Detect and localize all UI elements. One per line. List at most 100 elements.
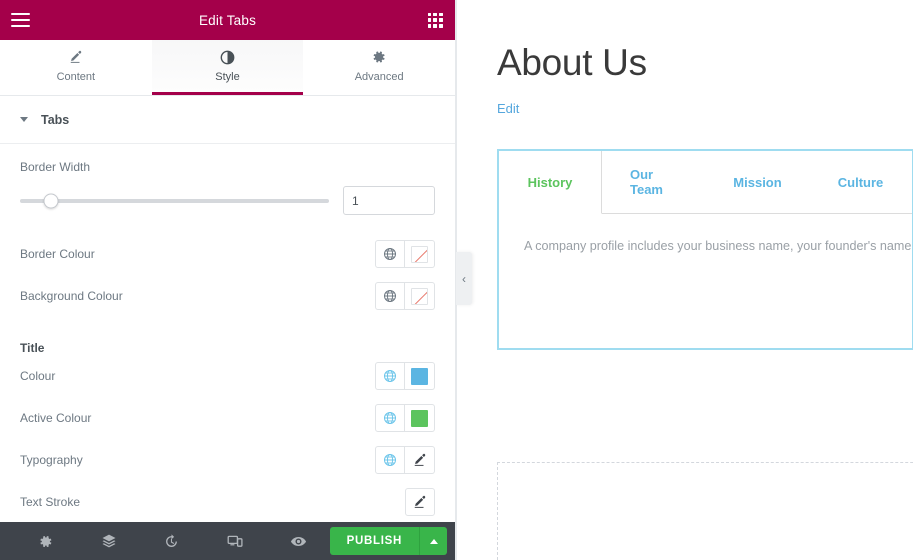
globe-icon-button[interactable] bbox=[375, 404, 405, 432]
pencil-icon bbox=[414, 495, 426, 508]
border-width-label: Border Width bbox=[20, 160, 91, 174]
widget-tab-history[interactable]: History bbox=[499, 151, 602, 214]
globe-icon bbox=[384, 454, 396, 466]
publish-button[interactable]: PUBLISH bbox=[329, 527, 420, 555]
control-border-colour: Border Colour bbox=[0, 233, 455, 275]
pencil-icon bbox=[69, 50, 83, 65]
globe-icon-button[interactable] bbox=[375, 362, 405, 390]
tab-advanced-label: Advanced bbox=[354, 70, 404, 83]
widgets-panel-button[interactable] bbox=[415, 0, 455, 40]
history-button[interactable] bbox=[140, 522, 203, 560]
text-stroke-edit-button[interactable] bbox=[405, 488, 435, 516]
globe-icon-button[interactable] bbox=[375, 446, 405, 474]
tab-style-label: Style bbox=[215, 70, 240, 83]
page-title: About Us bbox=[497, 42, 647, 83]
widget-tab-mission[interactable]: Mission bbox=[706, 151, 809, 214]
border-width-input[interactable] bbox=[343, 186, 435, 215]
background-colour-label: Background Colour bbox=[20, 289, 123, 303]
tab-pane-content: A company profile includes your business… bbox=[524, 239, 913, 253]
border-width-slider-row bbox=[0, 174, 455, 233]
text-stroke-label: Text Stroke bbox=[20, 495, 81, 509]
globe-icon bbox=[384, 248, 396, 260]
publish-options-button[interactable] bbox=[419, 527, 448, 555]
gear-icon bbox=[372, 50, 386, 65]
chevron-left-icon: ‹ bbox=[462, 271, 466, 286]
panel-collapse-handle[interactable]: ‹ bbox=[456, 252, 472, 305]
title-active-colour-buttons bbox=[375, 404, 435, 432]
pencil-icon bbox=[414, 453, 425, 466]
section-tabs-title: Tabs bbox=[41, 112, 70, 127]
title-active-colour-swatch-button[interactable] bbox=[405, 404, 435, 432]
globe-icon-button[interactable] bbox=[375, 240, 405, 268]
grid-icon bbox=[427, 12, 443, 28]
chevron-down-icon bbox=[20, 117, 28, 122]
preview-changes-button[interactable] bbox=[267, 522, 330, 560]
panel-footer: PUBLISH bbox=[0, 522, 455, 560]
widget-tab-label: Our Team bbox=[630, 167, 663, 197]
control-title-colour: Colour bbox=[0, 355, 455, 397]
globe-icon bbox=[384, 370, 396, 382]
edit-link[interactable]: Edit bbox=[497, 101, 519, 116]
color-swatch bbox=[411, 367, 428, 385]
widget-tab-culture[interactable]: Culture bbox=[809, 151, 912, 214]
title-colour-buttons bbox=[375, 362, 435, 390]
section-tabs-header[interactable]: Tabs bbox=[0, 96, 455, 144]
history-icon bbox=[166, 533, 178, 547]
tab-content[interactable]: Content bbox=[0, 40, 152, 95]
layers-icon bbox=[102, 534, 116, 548]
responsive-icon bbox=[227, 535, 243, 547]
tab-style[interactable]: Style bbox=[151, 40, 304, 95]
panel-header: Edit Tabs bbox=[0, 0, 455, 40]
control-typography: Typography bbox=[0, 439, 455, 481]
widget-tab-label: History bbox=[527, 174, 573, 190]
background-colour-swatch-button[interactable] bbox=[405, 282, 435, 310]
settings-button[interactable] bbox=[14, 522, 77, 560]
control-background-colour: Background Colour bbox=[0, 275, 455, 317]
half-circle-icon bbox=[220, 50, 235, 65]
color-swatch bbox=[411, 409, 428, 427]
globe-icon bbox=[384, 412, 396, 424]
editor-panel: Edit Tabs Content Style Advanced Tabs Bo… bbox=[0, 0, 456, 560]
title-active-colour-label: Active Colour bbox=[20, 411, 92, 425]
control-border-width: Border Width bbox=[0, 144, 455, 174]
control-text-stroke: Text Stroke bbox=[0, 481, 455, 522]
caret-up-icon bbox=[429, 538, 438, 544]
tabs-strip: History Our Team Mission Culture bbox=[499, 151, 912, 214]
preview-canvas: ‹ About Us Edit History Our Team Mission… bbox=[456, 0, 913, 560]
responsive-mode-button[interactable] bbox=[203, 522, 266, 560]
eye-icon bbox=[290, 536, 306, 546]
title-colour-label: Colour bbox=[20, 369, 56, 383]
slider-handle[interactable] bbox=[43, 193, 59, 208]
tabs-widget[interactable]: History Our Team Mission Culture A compa… bbox=[497, 149, 913, 350]
panel-title: Edit Tabs bbox=[198, 12, 257, 28]
tab-advanced[interactable]: Advanced bbox=[303, 40, 455, 95]
panel-menu-button[interactable] bbox=[0, 0, 40, 40]
globe-icon bbox=[384, 290, 396, 302]
group-title-label: Title bbox=[20, 341, 45, 355]
widget-tab-label: Mission bbox=[733, 174, 782, 190]
widget-tab-label: Culture bbox=[837, 174, 884, 190]
navigator-button[interactable] bbox=[77, 522, 140, 560]
typography-buttons bbox=[375, 446, 435, 474]
border-colour-buttons bbox=[375, 240, 435, 268]
widget-tab-our-team[interactable]: Our Team bbox=[602, 151, 706, 214]
panel-tab-list: Content Style Advanced bbox=[0, 40, 455, 96]
color-swatch-none bbox=[411, 245, 428, 263]
gear-icon bbox=[40, 535, 52, 547]
panel-controls: Tabs Border Width Border Colour bbox=[0, 96, 455, 522]
control-title-active-colour: Active Colour bbox=[0, 397, 455, 439]
publish-group: PUBLISH bbox=[329, 527, 448, 555]
typography-label: Typography bbox=[20, 453, 83, 467]
text-stroke-buttons bbox=[405, 488, 435, 516]
typography-edit-button[interactable] bbox=[405, 446, 435, 474]
hamburger-icon bbox=[10, 13, 30, 27]
globe-icon-button[interactable] bbox=[375, 282, 405, 310]
border-width-slider[interactable] bbox=[20, 193, 329, 208]
title-colour-swatch-button[interactable] bbox=[405, 362, 435, 390]
border-colour-swatch-button[interactable] bbox=[405, 240, 435, 268]
tab-content-label: Content bbox=[56, 70, 96, 83]
elementor-editor: Edit Tabs Content Style Advanced Tabs Bo… bbox=[0, 0, 913, 560]
background-colour-buttons bbox=[375, 282, 435, 310]
empty-section-dropzone[interactable] bbox=[497, 462, 913, 560]
border-colour-label: Border Colour bbox=[20, 247, 95, 261]
